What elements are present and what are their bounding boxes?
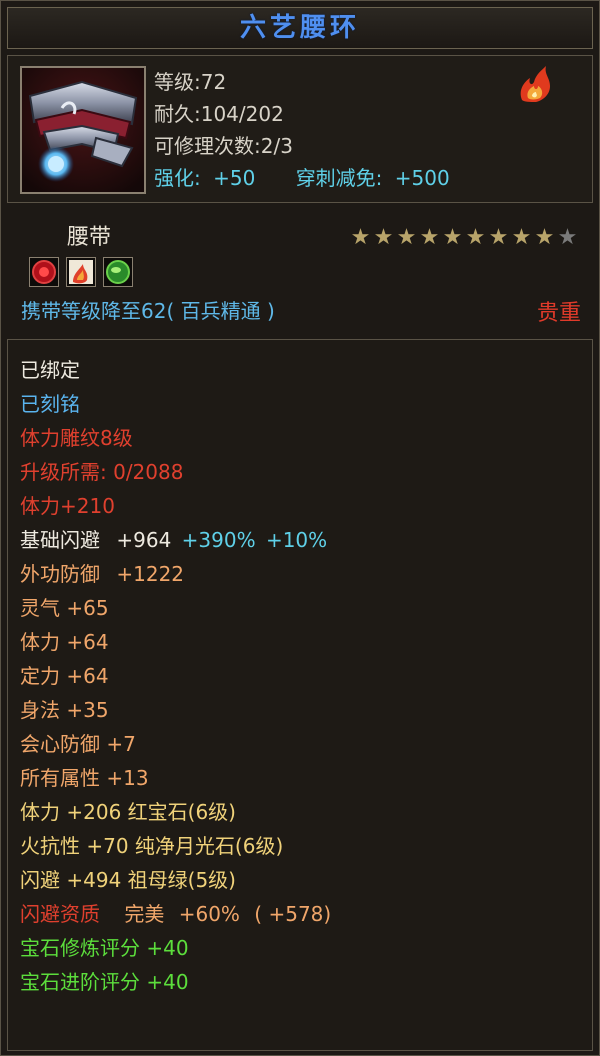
dodge-percent-2: +10% bbox=[265, 528, 328, 552]
item-info-panel: 腰带 ★ ★ ★ ★ ★ ★ ★ ★ ★ ★ 携带等级降至62( 百兵精通 ) 贵重 bbox=[7, 207, 591, 335]
aptitude-extra: ( +578) bbox=[254, 902, 332, 926]
item-stats: 等级:72 耐久:104/202 可修理次数:2/3 强化: +50 穿刺减免:… bbox=[154, 66, 450, 194]
attr-all: 所有属性 +13 bbox=[20, 766, 149, 790]
gem-slots bbox=[29, 257, 140, 290]
star-filled-icon: ★ bbox=[350, 225, 371, 250]
attr-spirit: 灵气 +65 bbox=[20, 596, 109, 620]
title-bar: 六艺腰环 bbox=[7, 7, 593, 49]
pierce-value: +500 bbox=[394, 166, 450, 190]
defense-value: +1222 bbox=[116, 562, 185, 586]
aptitude-quality: 完美 bbox=[124, 902, 165, 926]
attr-stamina: 体力 +64 bbox=[20, 630, 109, 654]
item-title: 六艺腰环 bbox=[239, 13, 360, 43]
item-tooltip: 六艺腰环 等级:72 耐久:104/202 可修理次数:2/3 强化: +50 … bbox=[0, 0, 600, 1056]
enhance-value: +50 bbox=[213, 166, 256, 190]
dodge-row: 基础闪避 +964 +390% +10% bbox=[20, 524, 327, 553]
star-filled-icon: ★ bbox=[373, 225, 394, 250]
gem-line-3: 闪避 +494 祖母绿(5级) bbox=[20, 868, 236, 892]
star-filled-icon: ★ bbox=[442, 225, 463, 250]
dodge-percent-1: +390% bbox=[181, 528, 256, 552]
carry-level-requirement: 携带等级降至62( 百兵精通 ) bbox=[21, 299, 275, 323]
attribute-panel: 已绑定 已刻铭 体力雕纹8级 升级所需: 0/2088 体力+210 基础闪避 … bbox=[7, 339, 593, 1051]
star-filled-icon: ★ bbox=[534, 225, 555, 250]
upgrade-requirement: 升级所需: 0/2088 bbox=[20, 460, 184, 484]
belt-icon bbox=[20, 66, 146, 194]
item-level: 等级:72 bbox=[154, 70, 227, 94]
item-type: 腰带 bbox=[67, 225, 112, 250]
gem-advance-score: 宝石进阶评分 +40 bbox=[20, 970, 189, 994]
gem-line-2: 火抗性 +70 纯净月光石(6级) bbox=[20, 834, 284, 858]
star-empty-icon: ★ bbox=[557, 225, 578, 250]
carving-level: 体力雕纹8级 bbox=[20, 426, 133, 450]
aptitude-value: +60% bbox=[178, 902, 240, 926]
dodge-name: 基础闪避 bbox=[20, 528, 100, 552]
attr-agility: 身法 +35 bbox=[20, 698, 109, 722]
enhance-row: 强化: +50 穿刺减免: +500 bbox=[154, 162, 450, 194]
stamina-bonus: 体力+210 bbox=[20, 494, 115, 518]
attr-focus: 定力 +64 bbox=[20, 664, 109, 688]
enhance-label: 强化: bbox=[154, 166, 201, 190]
aptitude-row: 闪避资质 完美 +60% ( +578) bbox=[20, 898, 331, 927]
item-durability: 耐久:104/202 bbox=[154, 102, 284, 126]
defense-name: 外功防御 bbox=[20, 562, 100, 586]
ruby-gem-icon[interactable] bbox=[29, 257, 59, 287]
engraved-status: 已刻铭 bbox=[20, 392, 80, 416]
defense-row: 外功防御 +1222 bbox=[20, 558, 184, 587]
gem-refine-score: 宝石修炼评分 +40 bbox=[20, 936, 189, 960]
emerald-gem-icon[interactable] bbox=[103, 257, 133, 287]
pierce-label: 穿刺减免: bbox=[295, 166, 383, 190]
star-filled-icon: ★ bbox=[465, 225, 486, 250]
star-filled-icon: ★ bbox=[511, 225, 532, 250]
fire-attribute-icon bbox=[516, 64, 554, 104]
star-filled-icon: ★ bbox=[488, 225, 509, 250]
star-filled-icon: ★ bbox=[419, 225, 440, 250]
item-header-panel: 等级:72 耐久:104/202 可修理次数:2/3 强化: +50 穿刺减免:… bbox=[7, 55, 593, 203]
star-rating: ★ ★ ★ ★ ★ ★ ★ ★ ★ ★ bbox=[349, 225, 579, 250]
item-repair-count: 可修理次数:2/3 bbox=[154, 134, 293, 158]
fire-gem-icon[interactable] bbox=[66, 257, 96, 287]
dodge-value: +964 bbox=[116, 528, 172, 552]
star-filled-icon: ★ bbox=[396, 225, 417, 250]
gem-line-1: 体力 +206 红宝石(6级) bbox=[20, 800, 236, 824]
aptitude-name: 闪避资质 bbox=[20, 902, 100, 926]
attr-crit-defense: 会心防御 +7 bbox=[20, 732, 136, 756]
bound-status: 已绑定 bbox=[20, 358, 80, 382]
rarity-label: 贵重 bbox=[536, 301, 581, 326]
